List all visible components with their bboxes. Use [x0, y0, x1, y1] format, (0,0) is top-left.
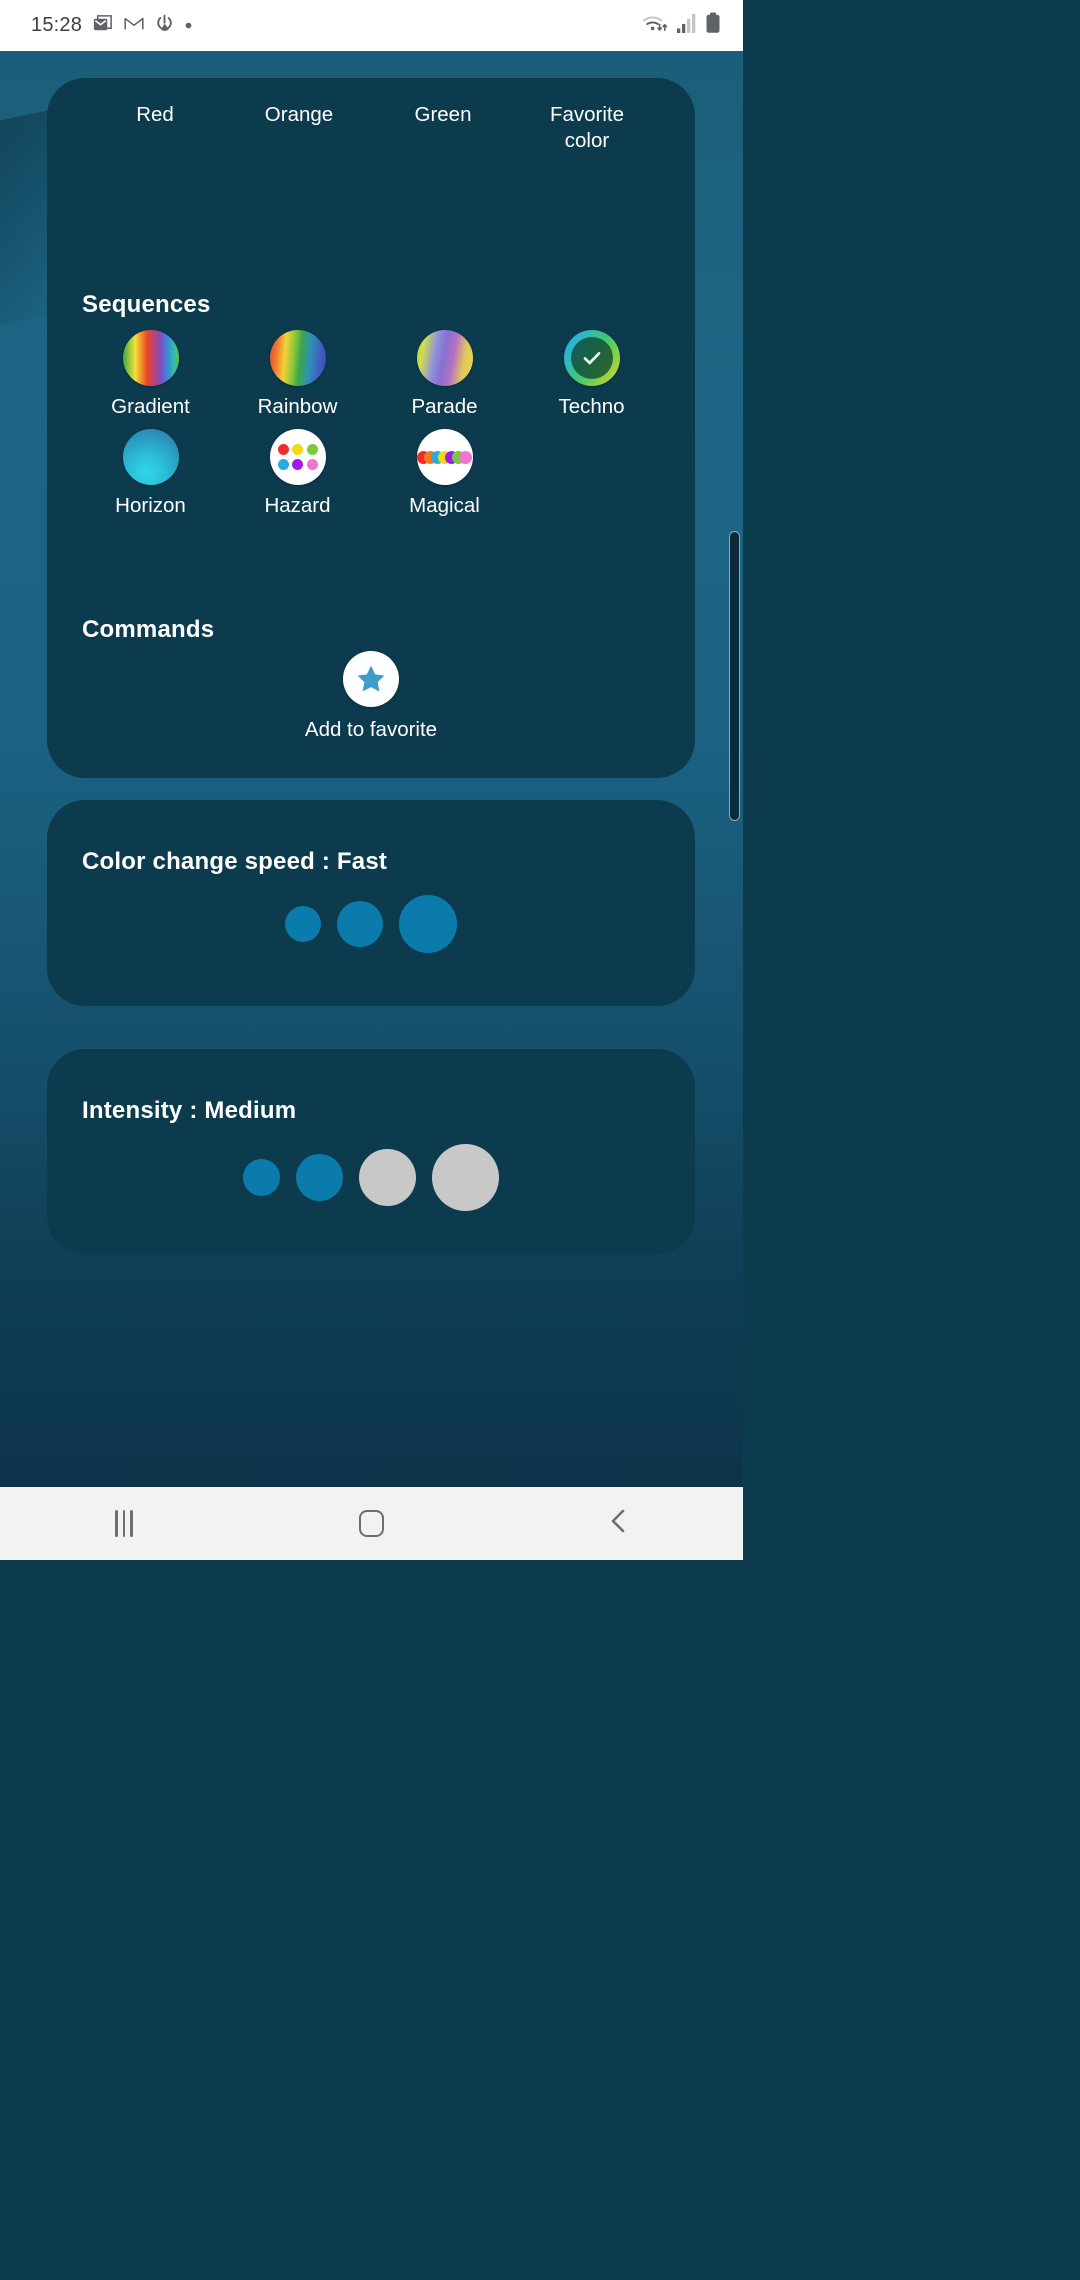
app-content: Red Orange Green Favorite color Sequence… [0, 51, 743, 1560]
status-bar: 15:28 [0, 0, 743, 51]
parade-swatch-icon [416, 330, 473, 386]
sequence-label-gradient: Gradient [111, 395, 190, 418]
hazard-dot [306, 444, 318, 456]
signal-icon [676, 13, 698, 39]
dot-icon [184, 17, 193, 35]
color-chip-green[interactable]: Green [371, 102, 515, 154]
hazard-dot [292, 444, 303, 456]
color-chip-green-label: Green [414, 103, 472, 126]
sequence-item-gradient[interactable]: Gradient [77, 330, 224, 419]
speed-level-dot-3[interactable] [399, 895, 457, 953]
command-add-to-favorite[interactable]: Add to favorite [47, 651, 695, 742]
gmail-icon [123, 12, 145, 39]
sequence-label-rainbow: Rainbow [257, 395, 338, 418]
speed-level-selector [47, 895, 695, 953]
color-change-speed-card: Color change speed : Fast [47, 800, 695, 1006]
sequence-item-horizon[interactable]: Horizon [77, 429, 224, 518]
intensity-level-selector [47, 1144, 695, 1211]
hazard-dot [306, 458, 318, 470]
vertical-scrollbar[interactable] [729, 531, 740, 821]
hazard-swatch-icon [269, 429, 326, 485]
home-icon [359, 1510, 384, 1537]
commands-heading: Commands [82, 616, 215, 643]
color-chip-orange-label: Orange [264, 103, 334, 126]
sequence-label-magical: Magical [409, 494, 480, 517]
wifi-icon [642, 12, 669, 39]
back-button[interactable] [495, 1507, 743, 1540]
intensity-card: Intensity : Medium [47, 1049, 695, 1254]
sequence-label-parade: Parade [411, 395, 478, 418]
message-icon [91, 12, 114, 40]
speed-level-dot-1[interactable] [285, 906, 321, 942]
intensity-level-dot-4[interactable] [432, 1144, 499, 1211]
back-chevron-icon [606, 1507, 632, 1540]
gradient-swatch-icon [122, 330, 179, 386]
magical-dot-row [417, 450, 472, 464]
effects-card: Red Orange Green Favorite color Sequence… [47, 78, 695, 778]
intensity-title: Intensity : Medium [82, 1097, 297, 1124]
hazard-dot [292, 458, 303, 470]
color-chip-favorite-label: Favorite color [549, 103, 625, 152]
rainbow-swatch-icon [269, 330, 326, 386]
home-button[interactable] [248, 1510, 496, 1537]
hazard-dot-grid [277, 444, 318, 470]
sequence-item-hazard[interactable]: Hazard [224, 429, 371, 518]
star-icon [357, 665, 385, 692]
sequence-label-horizon: Horizon [115, 494, 186, 517]
intensity-level-dot-3[interactable] [359, 1149, 416, 1206]
sequence-label-hazard: Hazard [264, 494, 331, 517]
status-bar-left: 15:28 [31, 12, 193, 40]
intensity-level-dot-2[interactable] [296, 1154, 343, 1201]
intensity-level-dot-1[interactable] [243, 1159, 280, 1196]
sequence-item-empty [518, 429, 665, 518]
speed-level-dot-2[interactable] [337, 901, 383, 947]
power-icon [154, 13, 175, 39]
sequence-item-parade[interactable]: Parade [371, 330, 518, 419]
battery-icon [705, 12, 721, 39]
sequences-row-2: Horizon Hazard Magical [47, 429, 695, 518]
sequences-row-1: Gradient Rainbow Parade Techno [47, 330, 695, 419]
color-change-speed-title: Color change speed : Fast [82, 848, 388, 875]
status-bar-right [642, 12, 721, 39]
sequences-heading: Sequences [82, 291, 211, 318]
command-label-add-to-favorite: Add to favorite [304, 718, 438, 741]
status-clock: 15:28 [31, 14, 83, 36]
recents-button[interactable] [0, 1510, 248, 1537]
color-chip-red-label: Red [136, 103, 174, 126]
android-navigation-bar [0, 1487, 743, 1560]
sequence-item-techno[interactable]: Techno [518, 330, 665, 419]
sequence-item-rainbow[interactable]: Rainbow [224, 330, 371, 419]
hazard-dot [277, 444, 289, 456]
hazard-dot [277, 458, 289, 470]
magical-dot [459, 450, 472, 464]
color-chip-favorite[interactable]: Favorite color [515, 102, 659, 154]
selected-check-icon [570, 337, 613, 379]
techno-swatch-icon [563, 330, 620, 386]
add-favorite-button[interactable] [343, 651, 399, 707]
preset-colors-row: Red Orange Green Favorite color [47, 102, 695, 154]
color-chip-orange[interactable]: Orange [227, 102, 371, 154]
recents-icon [115, 1510, 133, 1537]
sequence-item-magical[interactable]: Magical [371, 429, 518, 518]
color-chip-red[interactable]: Red [83, 102, 227, 154]
horizon-swatch-icon [122, 429, 179, 485]
sequence-label-techno: Techno [558, 395, 625, 418]
magical-swatch-icon [416, 429, 473, 485]
